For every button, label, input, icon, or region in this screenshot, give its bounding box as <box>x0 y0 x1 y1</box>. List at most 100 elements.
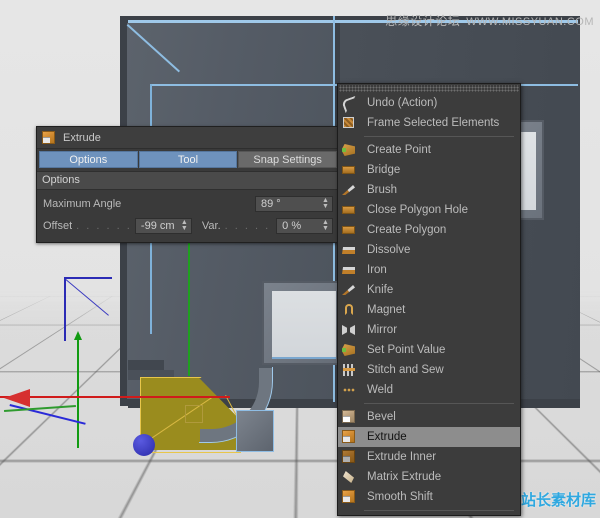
weld-icon <box>341 382 357 398</box>
dissolve-icon <box>341 242 357 258</box>
menu-item-knife[interactable]: Knife <box>338 280 520 300</box>
menu-item-frame-selected-elements[interactable]: Frame Selected Elements <box>338 113 520 133</box>
menu-item-label: Dissolve <box>357 244 410 256</box>
menu-item-label: Close Polygon Hole <box>357 204 468 216</box>
watermark-top-cn: 思缘设计论坛 <box>385 14 460 28</box>
menu-separator <box>364 510 514 511</box>
matrix-extrude-icon <box>341 469 357 485</box>
maximum-angle-stepper[interactable]: ▲▼ <box>320 197 331 211</box>
model-axis-helper-line <box>188 228 190 376</box>
menu-item-label: Extrude Inner <box>357 451 436 463</box>
menu-item-smooth-shift[interactable]: Smooth Shift <box>338 487 520 507</box>
create-polygon-icon <box>341 222 357 238</box>
menu-item-bevel[interactable]: Bevel <box>338 407 520 427</box>
offset-label: Offset <box>43 220 72 232</box>
menu-item-extrude[interactable]: Extrude <box>338 427 520 447</box>
offset-stepper[interactable]: ▲▼ <box>179 219 190 233</box>
menu-item-label: Bevel <box>357 411 396 423</box>
model-arm-end-cap <box>236 410 274 452</box>
menu-item-label: Frame Selected Elements <box>357 117 499 129</box>
dialog-title-bar[interactable]: Extrude <box>37 127 339 149</box>
menu-item-label: Mirror <box>357 324 397 336</box>
tab-options[interactable]: Options <box>39 151 138 168</box>
menu-item-label: Extrude <box>357 431 407 443</box>
variation-stepper[interactable]: ▲▼ <box>320 219 331 233</box>
menu-drag-handle[interactable] <box>339 85 519 92</box>
menu-item-label: Stitch and Sew <box>357 364 444 376</box>
menu-item-magnet[interactable]: Magnet <box>338 300 520 320</box>
menu-item-iron[interactable]: Iron <box>338 260 520 280</box>
extrude-inner-icon <box>341 449 357 465</box>
tab-snap-settings[interactable]: Snap Settings <box>238 151 337 168</box>
offset-dots: . . . . . . . . <box>72 220 135 232</box>
model-shelf-upper <box>128 360 164 370</box>
menu-item-label: Undo (Action) <box>357 97 437 109</box>
variation-field[interactable]: 0 % ▲▼ <box>276 218 333 234</box>
menu-item-label: Brush <box>357 184 397 196</box>
variation-label: Var. <box>202 220 221 232</box>
options-section-header: Options <box>37 171 339 190</box>
maximum-angle-value[interactable]: 89 ° <box>256 198 320 210</box>
menu-item-label: Magnet <box>357 304 405 316</box>
extrude-box-icon <box>41 130 57 146</box>
close-polygon-hole-icon <box>341 202 357 218</box>
modeling-context-menu[interactable]: Undo (Action) Frame Selected Elements Cr… <box>337 83 521 516</box>
undo-icon <box>341 95 357 111</box>
magnet-icon <box>341 302 357 318</box>
menu-item-matrix-extrude[interactable]: Matrix Extrude <box>338 467 520 487</box>
offset-value[interactable]: -99 cm <box>136 220 179 232</box>
menu-item-create-polygon[interactable]: Create Polygon <box>338 220 520 240</box>
brush-icon <box>341 182 357 198</box>
dialog-title-label: Extrude <box>63 132 101 144</box>
menu-item-label: Bridge <box>357 164 400 176</box>
menu-item-label: Create Polygon <box>357 224 446 236</box>
tab-tool[interactable]: Tool <box>139 151 238 168</box>
create-point-icon <box>341 142 357 158</box>
watermark-top-url: WWW.MISSYUAN.COM <box>466 16 594 28</box>
variation-value[interactable]: 0 % <box>277 220 320 232</box>
extrude-dialog[interactable]: Extrude Options Tool Snap Settings Optio… <box>36 126 340 243</box>
menu-item-dissolve[interactable]: Dissolve <box>338 240 520 260</box>
menu-item-create-point[interactable]: Create Point <box>338 140 520 160</box>
knife-icon <box>341 282 357 298</box>
application-window: 思缘设计论坛 WWW.MISSYUAN.COM 站长素材库 Extrude Opt… <box>0 0 600 518</box>
set-point-value-icon <box>341 342 357 358</box>
watermark-top: 思缘设计论坛 WWW.MISSYUAN.COM <box>385 12 594 29</box>
axis-y-gizmo[interactable] <box>77 338 79 448</box>
iron-icon <box>341 262 357 278</box>
menu-item-label: Create Point <box>357 144 431 156</box>
menu-item-weld[interactable]: Weld <box>338 380 520 400</box>
menu-item-set-point-value[interactable]: Set Point Value <box>338 340 520 360</box>
menu-item-bridge[interactable]: Bridge <box>338 160 520 180</box>
menu-item-stitch-and-sew[interactable]: Stitch and Sew <box>338 360 520 380</box>
menu-item-label: Smooth Shift <box>357 491 433 503</box>
extrude-icon <box>341 429 357 445</box>
menu-item-undo[interactable]: Undo (Action) <box>338 93 520 113</box>
model-window-glass-lower <box>272 291 336 359</box>
menu-item-close-polygon-hole[interactable]: Close Polygon Hole <box>338 200 520 220</box>
axis-x-gizmo[interactable] <box>0 396 230 398</box>
maximum-angle-field[interactable]: 89 ° ▲▼ <box>255 196 333 212</box>
watermark-bottom-cn: 站长素材库 <box>521 489 596 510</box>
menu-item-mirror[interactable]: Mirror <box>338 320 520 340</box>
smooth-shift-icon <box>341 489 357 505</box>
dialog-body: Maximum Angle 89 ° ▲▼ Offset . . . . . .… <box>37 190 339 242</box>
menu-item-label: Knife <box>357 284 393 296</box>
bevel-icon <box>341 409 357 425</box>
variation-dots: . . . . . . . <box>221 220 276 232</box>
menu-item-label: Weld <box>357 384 393 396</box>
menu-separator <box>364 403 514 404</box>
menu-item-extrude-inner[interactable]: Extrude Inner <box>338 447 520 467</box>
axis-x-arrow-icon <box>4 389 30 407</box>
menu-item-brush[interactable]: Brush <box>338 180 520 200</box>
pivot-handle[interactable] <box>133 434 155 456</box>
maximum-angle-label: Maximum Angle <box>43 198 121 210</box>
frame-selected-icon <box>341 115 357 131</box>
menu-item-label: Set Point Value <box>357 344 445 356</box>
offset-field[interactable]: -99 cm ▲▼ <box>135 218 192 234</box>
ortho-reference-marker <box>64 277 112 341</box>
menu-item-label: Iron <box>357 264 387 276</box>
menu-separator <box>364 136 514 137</box>
dialog-tab-bar[interactable]: Options Tool Snap Settings <box>37 149 339 171</box>
mirror-icon <box>341 322 357 338</box>
